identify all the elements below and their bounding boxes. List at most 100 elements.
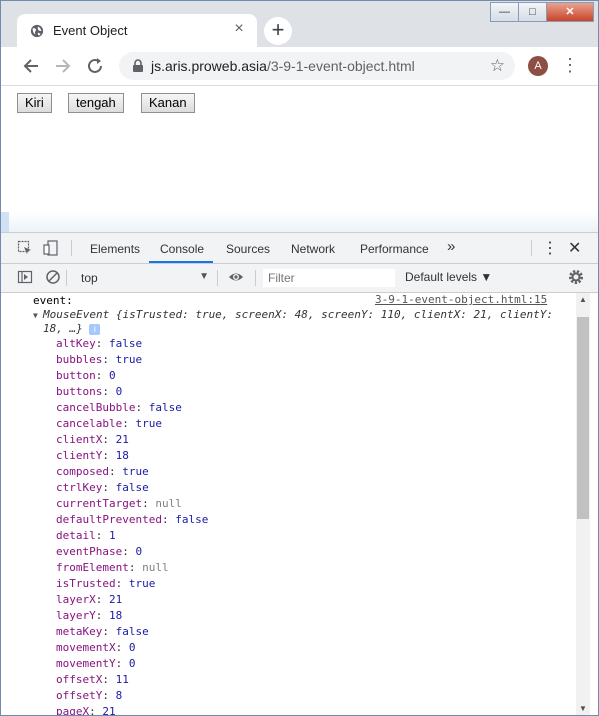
scroll-up-arrow-icon[interactable]: ▲ [576,293,590,307]
property-row: clientY: 18 [56,449,129,462]
object-preview-continued: 18, …} i [43,322,101,335]
property-value: 0 [128,641,136,654]
property-colon: : [102,433,116,446]
property-colon: : [102,689,116,702]
property-row: movementX: 0 [56,641,135,654]
property-key: metaKey [56,625,103,638]
property-key: movementX [56,641,116,654]
active-tab-indicator [149,261,213,263]
show-sidebar-icon[interactable] [17,269,33,285]
property-key: clientX [56,433,103,446]
property-colon: : [122,545,136,558]
tab-performance[interactable]: Performance [360,242,429,256]
inspect-element-icon[interactable] [17,240,33,256]
eye-icon[interactable] [228,269,244,285]
bookmark-star-icon[interactable]: ☆ [490,56,505,76]
property-key: pageX [56,705,90,716]
expanded-triangle-icon[interactable]: ▼ [33,311,43,320]
tab-network[interactable]: Network [291,242,335,256]
tab-console[interactable]: Console [160,242,204,256]
property-row: cancelBubble: false [56,401,182,414]
back-arrow-icon[interactable] [20,55,42,77]
kanan-button[interactable]: Kanan [141,93,195,113]
filter-input[interactable] [263,269,395,287]
gear-icon[interactable] [567,268,585,286]
property-row: bubbles: true [56,353,142,366]
scrollbar-thumb[interactable] [577,317,589,519]
property-value: 21 [109,593,123,606]
property-value: 8 [115,689,123,702]
console-toolbar: top ▼ Default levels ▼ [1,264,598,293]
devtools-close-icon[interactable]: ✕ [568,238,581,258]
property-colon: : [115,657,129,670]
property-row: defaultPrevented: false [56,513,208,526]
property-key: composed [56,465,109,478]
page-bottom-gradient [1,212,598,232]
property-key: fromElement [56,561,129,574]
context-selector[interactable]: top ▼ [73,268,211,288]
property-value: true [128,577,156,590]
log-label: event: [33,294,73,307]
window-edge [1,212,9,232]
property-key: ctrlKey [56,481,103,494]
property-key: isTrusted [56,577,116,590]
lock-icon[interactable] [131,59,145,73]
browser-toolbar: js.aris.proweb.asia/3-9-1-event-object.h… [1,47,598,86]
property-key: defaultPrevented [56,513,162,526]
browser-tab[interactable]: Event Object × [17,14,257,47]
object-preview[interactable]: ▼ MouseEvent {isTrusted: true, screenX: 4… [33,308,553,321]
property-value: false [115,625,149,638]
property-value: false [115,481,149,494]
browser-menu-icon[interactable]: ⋮ [561,55,579,77]
property-row: offsetY: 8 [56,689,122,702]
property-row: buttons: 0 [56,385,122,398]
property-row: cancelable: true [56,417,162,430]
maximize-button[interactable]: □ [518,2,547,22]
info-icon[interactable]: i [89,323,101,335]
property-value: false [148,401,182,414]
address-bar[interactable]: js.aris.proweb.asia/3-9-1-event-object.h… [119,52,515,80]
property-row: layerY: 18 [56,609,122,622]
minimize-button[interactable]: — [490,2,519,22]
property-colon: : [128,561,143,574]
property-colon: : [102,385,116,398]
property-colon: : [108,465,123,478]
tab-close-icon[interactable]: × [231,21,247,37]
log-levels-dropdown[interactable]: Default levels ▼ [405,270,492,284]
property-value: 21 [115,433,129,446]
property-colon: : [102,673,116,686]
property-key: layerY [56,609,96,622]
new-tab-button[interactable]: + [264,17,292,45]
tab-strip: Event Object × + — □ ✕ [1,1,598,47]
property-row: button: 0 [56,369,116,382]
more-tabs-chevron-icon[interactable]: » [447,238,455,255]
console-output: event: 3-9-1-event-object.html:15 ▼ Mouse… [1,293,576,716]
tengah-button[interactable]: tengah [68,93,124,113]
close-window-button[interactable]: ✕ [546,2,594,22]
tab-elements[interactable]: Elements [90,242,140,256]
devtools-menu-icon[interactable]: ⋮ [542,238,558,258]
property-colon: : [102,449,116,462]
reload-icon[interactable] [84,55,106,77]
forward-arrow-icon[interactable] [52,55,74,77]
kiri-button[interactable]: Kiri [17,93,52,113]
console-scrollbar[interactable]: ▲ ▼ [576,293,590,715]
property-row: detail: 1 [56,529,116,542]
clear-console-icon[interactable] [45,269,61,285]
property-value: null [142,561,169,574]
property-row: metaKey: false [56,625,149,638]
property-row: ctrlKey: false [56,481,149,494]
property-colon: : [161,513,176,526]
property-colon: : [95,609,109,622]
property-key: cancelable [56,417,123,430]
property-value: 11 [115,673,129,686]
scroll-down-arrow-icon[interactable]: ▼ [576,702,590,715]
globe-icon [30,24,44,38]
device-toolbar-icon[interactable] [43,240,59,256]
profile-avatar[interactable]: A [528,56,548,76]
source-link[interactable]: 3-9-1-event-object.html:15 [375,293,547,306]
property-row: altKey: false [56,337,142,350]
tab-sources[interactable]: Sources [226,242,270,256]
property-colon: : [95,593,109,606]
property-value: 0 [128,657,136,670]
